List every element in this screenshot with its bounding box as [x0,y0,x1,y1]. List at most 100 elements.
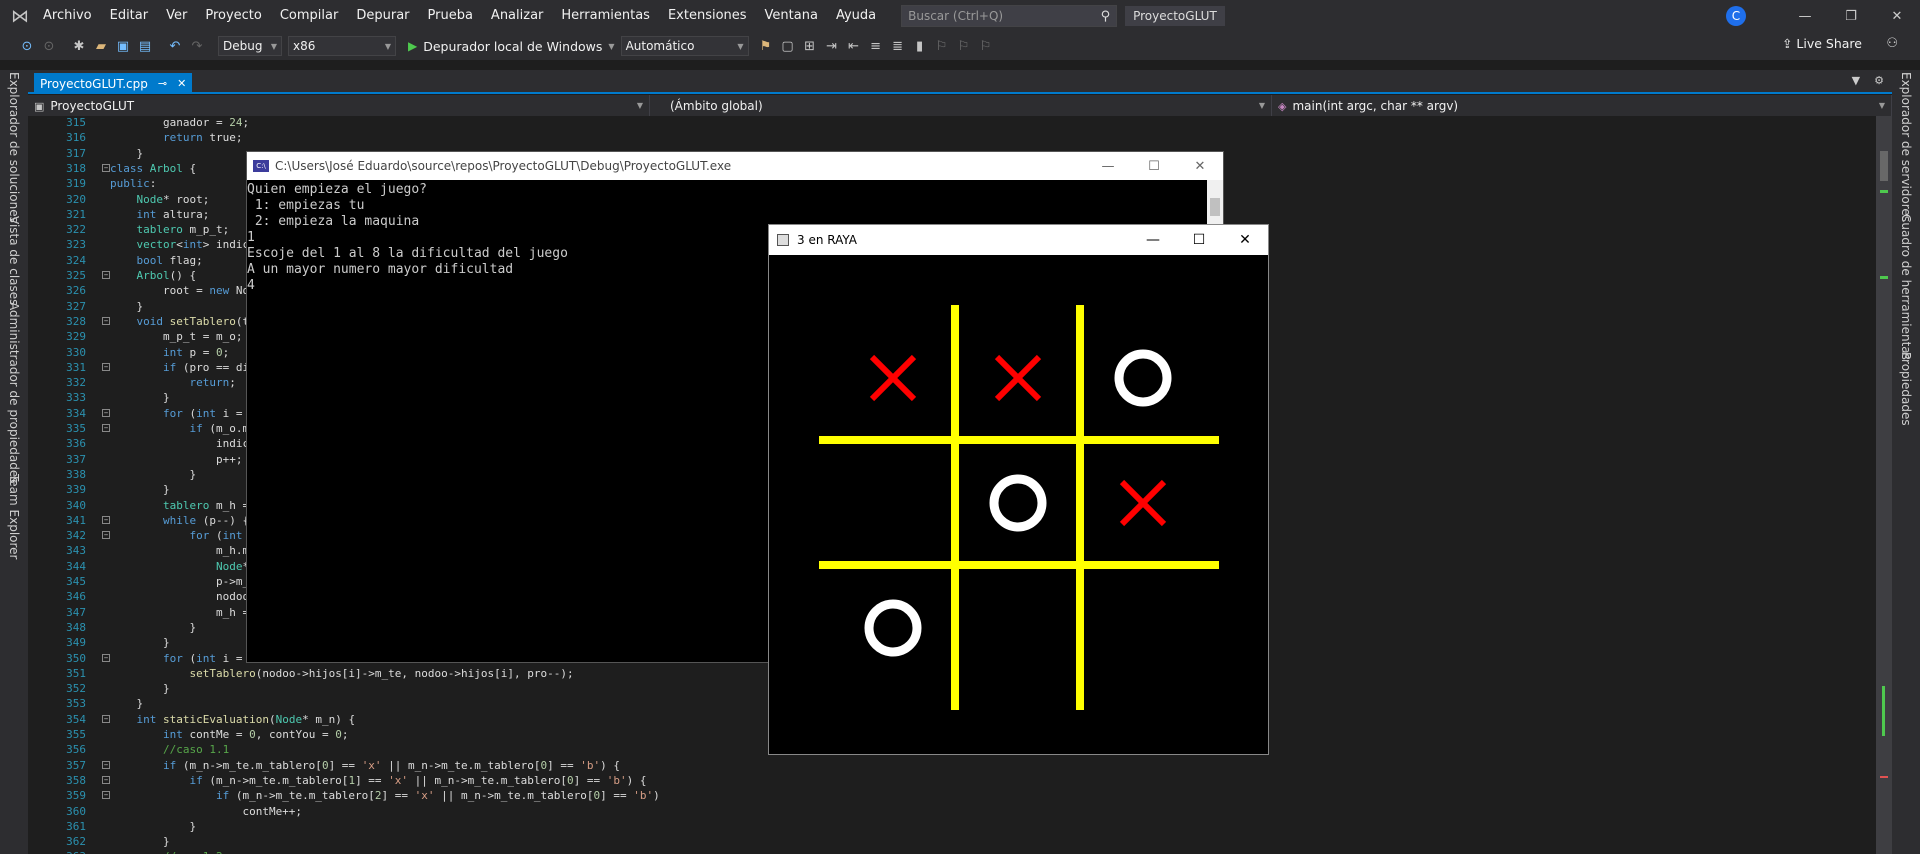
save-all-icon[interactable]: ▤ [134,39,156,54]
back-icon[interactable]: ⊙ [16,39,38,54]
screen-icon[interactable]: ▢ [777,39,799,54]
outdent-icon[interactable]: ⇤ [843,39,865,54]
collapse-icon[interactable]: − [102,760,110,769]
collapse-icon[interactable]: − [102,515,110,524]
editor-vertical-scrollbar[interactable] [1876,116,1892,854]
uncomment-icon[interactable]: ≣ [887,39,909,54]
menu-item[interactable]: Prueba [419,0,482,32]
close-icon[interactable]: ✕ [1177,159,1223,174]
menu-item[interactable]: Ver [157,0,196,32]
grid-line-horizontal [819,561,1219,569]
menu-item[interactable]: Compilar [271,0,347,32]
menu-item[interactable]: Ventana [756,0,827,32]
platform-dropdown[interactable]: x86 ▼ [288,36,396,56]
next-bookmark-icon[interactable]: ⚐ [953,39,975,54]
undo-icon[interactable]: ↶ [164,39,186,54]
menu-item[interactable]: Editar [101,0,158,32]
code-line[interactable]: 361 } [28,819,1876,834]
comment-icon[interactable]: ≡ [865,39,887,54]
project-icon: ▣ [34,99,45,113]
restore-icon[interactable]: ❐ [1828,9,1874,24]
code-text: vector<int> indic [136,238,250,252]
member-dropdown[interactable]: ◈ main(int argc, char ** argv) ▼ [1272,95,1892,116]
code-line[interactable]: 357 − if (m_n->m_te.m_tablero[0] == 'x' |… [28,758,1876,773]
code-line[interactable]: 315 ganador = 24; [28,116,1876,130]
start-debugging-button[interactable]: ▶ Depurador local de Windows ▼ [408,39,615,54]
code-line[interactable]: 362 } [28,834,1876,849]
indent-icon[interactable]: ⇥ [821,39,843,54]
collapse-icon[interactable]: − [102,424,110,432]
minimize-icon[interactable]: — [1782,9,1828,24]
line-number: 361 [66,819,86,833]
maximize-icon[interactable]: ☐ [1176,232,1222,248]
clear-bookmarks-icon[interactable]: ⚐ [975,39,997,54]
tab-proyectoglut-cpp[interactable]: ProyectoGLUT.cpp ⊸ ✕ [34,73,193,94]
minimize-icon[interactable]: — [1085,159,1131,174]
menu-item[interactable]: Archivo [34,0,101,32]
chevron-down-icon: ▼ [270,41,277,51]
config-dropdown[interactable]: Debug ▼ [218,36,282,56]
search-box[interactable]: Buscar (Ctrl+Q) ⚲ [901,5,1118,27]
class-view-tab[interactable]: Vista de clases [7,216,21,305]
scrollbar-thumb[interactable] [1880,151,1888,181]
scrollbar-thumb[interactable] [1210,198,1220,216]
live-share-button[interactable]: ⇪ Live Share [1782,36,1862,51]
close-icon[interactable]: ✕ [1222,232,1268,248]
forward-icon[interactable]: ⊙ [38,39,60,54]
align-icon[interactable]: ⊞ [799,39,821,54]
code-line[interactable]: 316 return true; [28,130,1876,145]
properties-tab[interactable]: Propiedades [1899,352,1913,426]
prev-bookmark-icon[interactable]: ⚐ [931,39,953,54]
menu-item[interactable]: Extensiones [659,0,756,32]
collapse-icon[interactable]: − [102,714,110,723]
collapse-icon[interactable]: − [102,791,110,800]
code-line[interactable]: 360 contMe++; [28,804,1876,819]
toolbox-tab[interactable]: Cuadro de herramientas [1899,214,1913,360]
redo-icon[interactable]: ↷ [186,39,208,54]
property-manager-tab[interactable]: Administrador de propiedades [7,302,21,484]
code-line[interactable]: 363 //caso1.2 [28,849,1876,854]
project-scope-dropdown[interactable]: ▣ ProyectoGLUT ▼ [28,95,650,116]
minimize-icon[interactable]: — [1130,232,1176,248]
tab-dropdown-icon[interactable]: ▼ [1852,74,1860,87]
close-icon[interactable]: ✕ [1874,9,1920,24]
line-number: 352 [66,682,86,696]
settings-gear-icon[interactable]: ⚙ [1874,74,1884,87]
collapse-icon[interactable]: − [102,316,110,325]
global-scope-dropdown[interactable]: (Ámbito global) ▼ [650,95,1272,116]
line-number: 322 [66,223,86,237]
collapse-icon[interactable]: − [102,362,110,371]
code-line[interactable]: 358 − if (m_n->m_te.m_tablero[1] == 'x' |… [28,773,1876,788]
browse-icon[interactable]: ⚑ [755,39,777,54]
menu-item[interactable]: Analizar [482,0,552,32]
collapse-icon[interactable]: − [102,271,110,279]
menu-item[interactable]: Proyecto [196,0,271,32]
server-explorer-tab[interactable]: Explorador de servidores [1899,72,1913,222]
new-project-icon[interactable]: ✱ [68,39,90,54]
menu-item[interactable]: Ayuda [827,0,885,32]
solution-explorer-tab[interactable]: Explorador de soluciones [7,72,21,223]
save-icon[interactable]: ▣ [112,39,134,54]
bookmark-icon[interactable]: ▮ [909,39,931,54]
maximize-icon[interactable]: ☐ [1131,159,1177,174]
line-number: 341 [66,513,86,527]
open-folder-icon[interactable]: ▰ [90,39,112,54]
close-tab-icon[interactable]: ✕ [177,77,186,90]
team-explorer-tab[interactable]: Team Explorer [7,474,21,560]
glut-game-window[interactable]: 3 en RAYA — ☐ ✕ [768,224,1269,755]
run-mode-dropdown[interactable]: Automático ▼ [620,36,749,56]
pin-icon[interactable]: ⊸ [158,77,167,90]
menu-item[interactable]: Depurar [347,0,418,32]
collapse-icon[interactable]: − [102,531,110,540]
code-text: int contMe = 0, contYou = 0; [162,728,349,741]
code-text: tablero m_p_t; [136,223,230,237]
code-line[interactable]: 359 − if (m_n->m_te.m_tablero[2] == 'x' |… [28,788,1876,803]
feedback-icon[interactable]: ⚇ [1886,36,1898,51]
collapse-icon[interactable]: − [102,408,110,417]
collapse-icon[interactable]: − [102,163,110,172]
tic-tac-toe-board[interactable] [769,255,1268,754]
collapse-icon[interactable]: − [102,653,110,662]
collapse-icon[interactable]: − [102,775,110,784]
account-avatar[interactable]: C [1726,6,1746,26]
menu-item[interactable]: Herramientas [552,0,659,32]
